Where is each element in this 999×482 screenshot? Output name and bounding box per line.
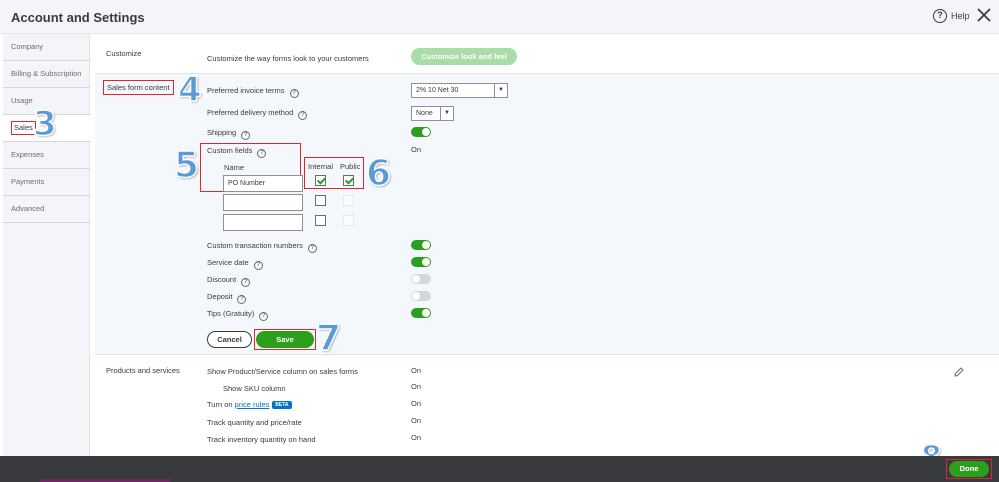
custom-field-public-checkbox: [343, 215, 354, 226]
custom-fields-label: Custom fields?: [207, 146, 267, 158]
customize-description: Customize the way forms look to your cus…: [207, 54, 369, 63]
custom-fields-name-header: Name: [224, 163, 245, 172]
beta-badge: BETA: [272, 401, 292, 409]
service-date-label: Service date?: [207, 258, 263, 270]
callout-number: 3: [32, 103, 57, 145]
price-rules-link[interactable]: price rules: [235, 400, 270, 409]
shipping-label: Shipping?: [207, 128, 251, 140]
products-row-value: On: [411, 366, 422, 375]
discount-toggle[interactable]: [411, 274, 431, 284]
products-row-label: Show Product/Service column on sales for…: [207, 367, 358, 376]
callout-number: 5: [173, 144, 200, 187]
delivery-method-label: Preferred delivery method?: [207, 108, 308, 120]
dialog-footer: [0, 456, 999, 482]
customize-section-label: Customize: [106, 49, 142, 58]
info-icon[interactable]: ?: [237, 295, 247, 304]
discount-label: Discount?: [207, 275, 251, 287]
info-icon[interactable]: ?: [307, 244, 317, 253]
info-icon[interactable]: ?: [259, 312, 269, 321]
callout-number: 4: [177, 69, 202, 111]
sales-form-content-label: Sales form content: [103, 80, 174, 95]
products-row-label: Show SKU column: [223, 384, 286, 393]
public-header: Public: [340, 162, 361, 171]
custom-field-internal-checkbox[interactable]: [315, 195, 326, 206]
sidebar-item-billing[interactable]: Billing & Subscription: [3, 61, 90, 88]
custom-field-public-checkbox: [343, 195, 354, 206]
help-icon[interactable]: ?: [933, 9, 947, 23]
sidebar-item-company[interactable]: Company: [3, 34, 90, 61]
custom-field-internal-checkbox[interactable]: [315, 215, 326, 226]
info-icon[interactable]: ?: [289, 89, 299, 98]
customize-look-and-feel-button[interactable]: Customize look and feel: [411, 48, 517, 65]
deposit-label: Deposit?: [207, 292, 247, 304]
dialog-header: Account and Settings ? Help: [0, 0, 999, 34]
products-row-label: Track quantity and price/rate: [207, 418, 302, 427]
info-icon[interactable]: ?: [253, 261, 263, 270]
sidebar-item-advanced[interactable]: Advanced: [3, 196, 90, 223]
callout-number: 6: [365, 152, 392, 195]
cancel-button[interactable]: Cancel: [207, 331, 252, 348]
products-row-value: On: [411, 382, 422, 391]
products-row-value: On: [411, 416, 422, 425]
custom-field-name-input[interactable]: PO Number: [223, 175, 303, 192]
chevron-down-icon: ▼: [440, 107, 453, 120]
shipping-toggle[interactable]: [411, 127, 431, 137]
deposit-toggle[interactable]: [411, 291, 431, 301]
info-icon[interactable]: ?: [241, 278, 251, 287]
tips-toggle[interactable]: [411, 308, 431, 318]
settings-sidebar: Company Billing & Subscription Usage Sal…: [3, 34, 90, 456]
products-row-label: Turn on price rules BETA: [207, 400, 292, 409]
callout-number: 7: [315, 317, 342, 360]
custom-transaction-numbers-toggle[interactable]: [411, 240, 431, 250]
info-icon[interactable]: ?: [257, 149, 267, 158]
products-row-value: On: [411, 399, 422, 408]
done-button[interactable]: Done: [949, 461, 989, 477]
help-link[interactable]: Help: [951, 11, 970, 21]
pencil-icon[interactable]: [954, 367, 964, 377]
chevron-down-icon: ▼: [494, 84, 507, 97]
invoice-terms-select[interactable]: 2% 10 Net 30 ▼: [411, 83, 508, 98]
products-section-label: Products and services: [106, 366, 180, 375]
close-icon[interactable]: [976, 7, 992, 23]
custom-transaction-numbers-label: Custom transaction numbers?: [207, 241, 317, 253]
custom-field-internal-checkbox[interactable]: [315, 175, 326, 186]
info-icon[interactable]: ?: [241, 131, 251, 140]
products-row-value: On: [411, 433, 422, 442]
custom-fields-status: On: [411, 145, 422, 154]
invoice-terms-label: Preferred invoice terms?: [207, 86, 299, 98]
custom-field-name-input[interactable]: [223, 194, 303, 211]
save-button[interactable]: Save: [256, 331, 314, 348]
custom-field-name-input[interactable]: [223, 214, 303, 231]
custom-field-public-checkbox[interactable]: [343, 175, 354, 186]
service-date-toggle[interactable]: [411, 257, 431, 267]
info-icon[interactable]: ?: [298, 111, 308, 120]
delivery-method-select[interactable]: None ▼: [411, 106, 454, 121]
sidebar-item-expenses[interactable]: Expenses: [3, 142, 90, 169]
internal-header: Internal: [308, 162, 334, 171]
products-row-label: Track inventory quantity on hand: [207, 435, 316, 444]
page-title: Account and Settings: [11, 10, 145, 25]
sidebar-item-payments[interactable]: Payments: [3, 169, 90, 196]
tips-label: Tips (Gratuity)?: [207, 309, 269, 321]
